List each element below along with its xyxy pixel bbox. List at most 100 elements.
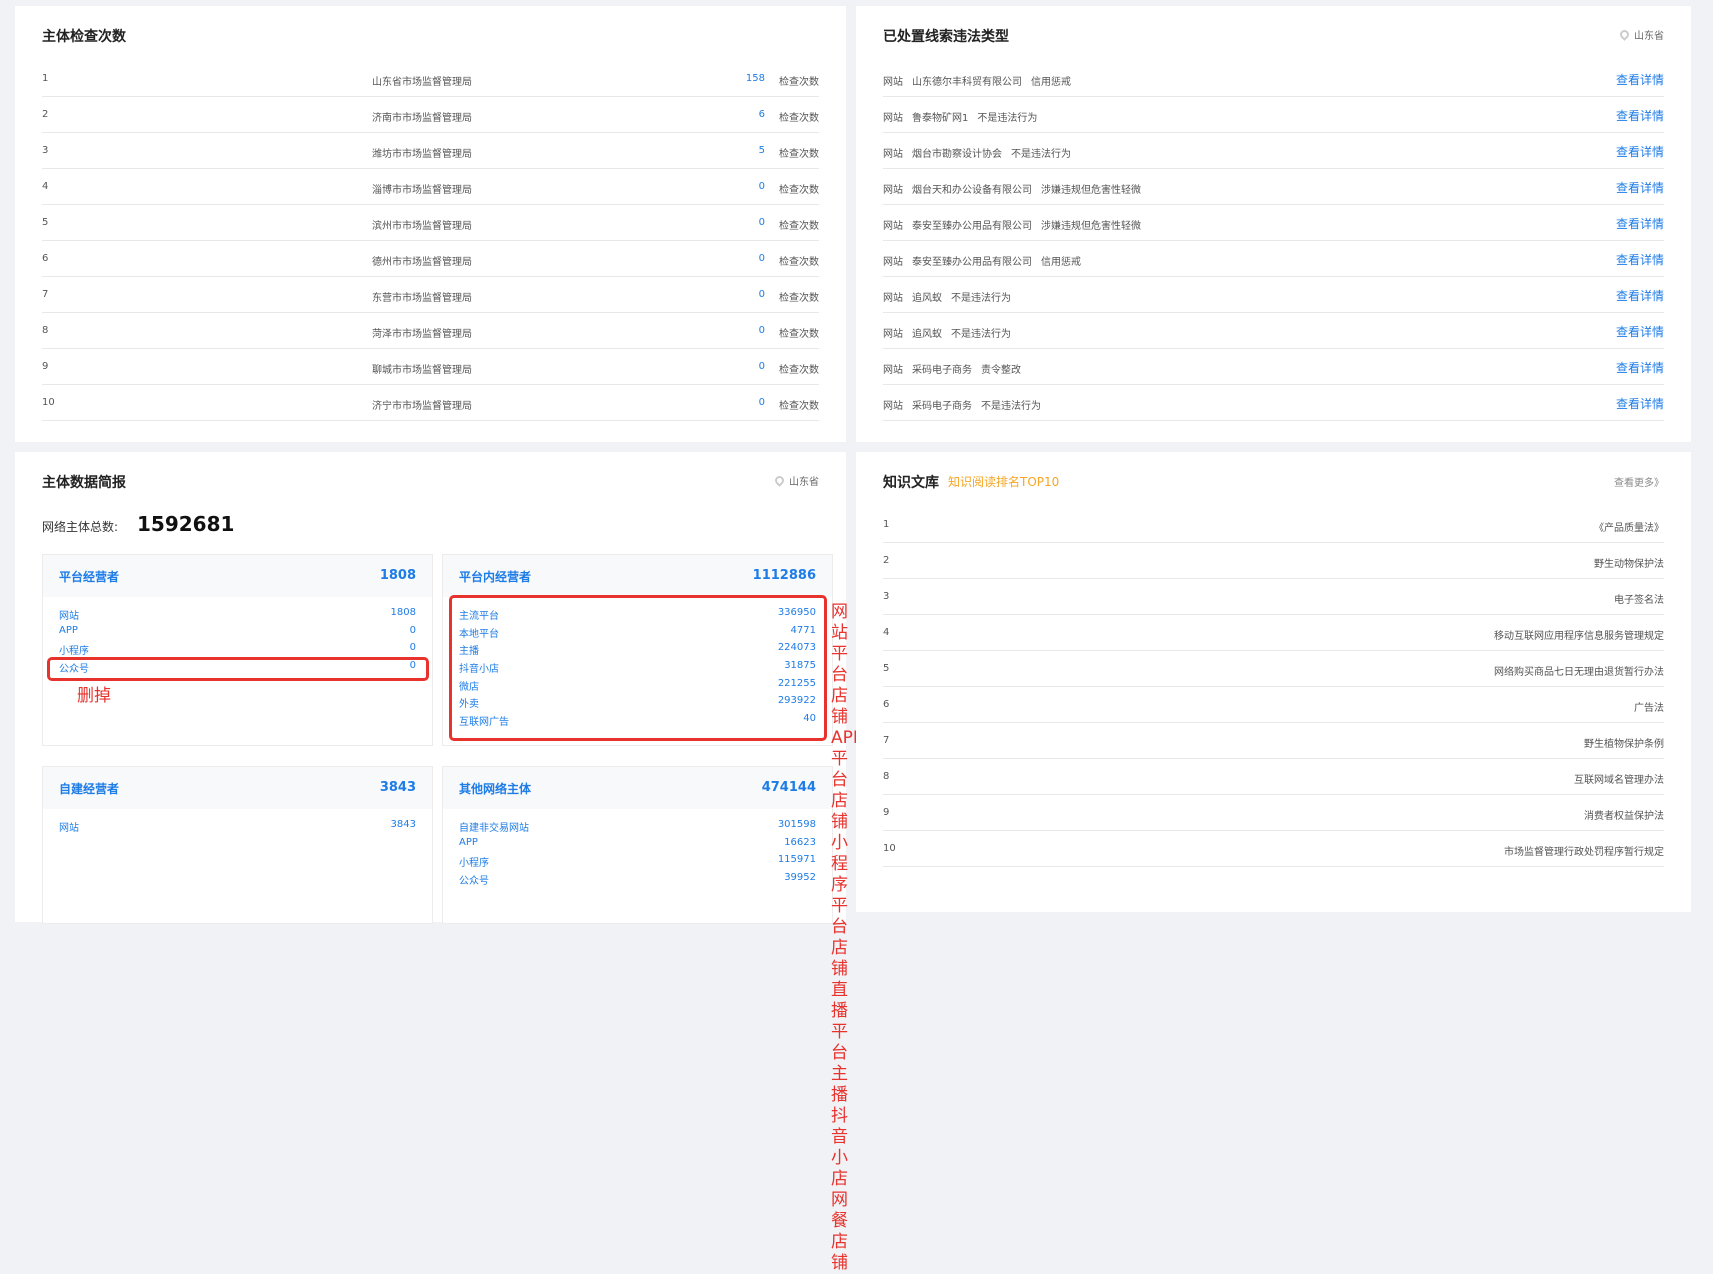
panel-title: 已处置线索违法类型 (883, 29, 1009, 45)
row-company: 山东德尔丰科贸有限公司 (912, 77, 1022, 88)
list-item[interactable]: 8 互联网域名管理办法 (883, 758, 1664, 795)
item-name: APP (59, 624, 78, 636)
list-item[interactable]: APP 16623 (443, 835, 832, 853)
table-row: 4 淄博市市场监督管理局 0 检查次数 (42, 168, 819, 205)
location-selector[interactable]: 山东省 (1618, 27, 1664, 42)
list-item[interactable]: 自建非交易网站 301598 (443, 817, 832, 835)
view-detail-link[interactable]: 查看详情 (1616, 71, 1664, 88)
table-row: 8 菏泽市市场监督管理局 0 检查次数 (42, 312, 819, 349)
row-result: 涉嫌违规但危害性轻微 (1041, 221, 1141, 232)
row-rank: 6 (883, 699, 890, 710)
row-result: 信用惩戒 (1031, 77, 1071, 88)
view-more-link[interactable]: 查看更多》 (1614, 474, 1664, 489)
knowledge-panel: 知识文库 知识阅读排名TOP10 查看更多》 1 《产品质量法》 2 野生动物保护法 3… (856, 452, 1691, 912)
table-row: 1 山东省市场监督管理局 158 检查次数 (42, 60, 819, 97)
view-detail-link[interactable]: 查看详情 (1616, 143, 1664, 160)
row-title: 《产品质量法》 (1594, 523, 1664, 534)
panel-title: 主体检查次数 (42, 29, 126, 45)
row-title: 野生植物保护条例 (1584, 739, 1664, 750)
list-item[interactable]: 3 电子签名法 (883, 578, 1664, 615)
list-item[interactable]: 2 野生动物保护法 (883, 542, 1664, 579)
card-value: 474144 (761, 780, 816, 795)
row-rank: 4 (883, 627, 890, 638)
row-rank: 7 (42, 289, 49, 300)
row-rank: 5 (42, 217, 49, 228)
list-item[interactable]: 5 网络购买商品七日无理由退货暂行办法 (883, 650, 1664, 687)
list-item[interactable]: 7 野生植物保护条例 (883, 722, 1664, 759)
card-items: 自建非交易网站 301598 APP 16623 小程序 115971 公众号 39952 (443, 809, 832, 888)
row-rank: 5 (883, 663, 890, 674)
list-item[interactable]: 小程序 115971 (443, 852, 832, 870)
list-item[interactable]: 9 消费者权益保护法 (883, 794, 1664, 831)
mapping-line: 抖音小店 (831, 1106, 848, 1189)
location-selector[interactable]: 山东省 (773, 473, 819, 488)
row-rank: 6 (42, 253, 49, 264)
card-items: 网站 3843 (43, 809, 432, 835)
view-detail-link[interactable]: 查看详情 (1616, 359, 1664, 376)
row-summary: 网站 鲁泰物矿网1 不是违法行为 (883, 109, 1037, 124)
view-detail-link[interactable]: 查看详情 (1616, 107, 1664, 124)
row-count: 158 (745, 73, 765, 84)
table-row: 7 东营市市场监督管理局 0 检查次数 (42, 276, 819, 313)
row-type: 网站 (883, 329, 903, 340)
view-detail-link[interactable]: 查看详情 (1616, 287, 1664, 304)
row-rank: 1 (42, 73, 49, 84)
card-value: 1808 (379, 568, 416, 583)
row-title: 市场监督管理行政处罚程序暂行规定 (1504, 847, 1664, 858)
row-result: 不是违法行为 (951, 329, 1011, 340)
row-result: 不是违法行为 (981, 401, 1041, 412)
view-detail-link[interactable]: 查看详情 (1616, 215, 1664, 232)
location-pin-icon (773, 474, 786, 487)
self-built-operators-card: 自建经营者 3843 网站 3843 (42, 766, 433, 924)
row-unit: 检查次数 (779, 293, 819, 304)
row-unit: 检查次数 (779, 185, 819, 196)
list-item[interactable]: 6 广告法 (883, 686, 1664, 723)
row-summary: 网站 烟台市勘察设计协会 不是违法行为 (883, 145, 1071, 160)
row-rank: 7 (883, 735, 890, 746)
row-count: 0 (758, 289, 765, 300)
card-value: 1112886 (752, 568, 816, 583)
table-row: 网站 烟台天和办公设备有限公司 涉嫌违规但危害性轻微 查看详情 (883, 168, 1664, 205)
list-item[interactable]: 网站 1808 (43, 605, 432, 623)
row-title: 互联网域名管理办法 (1574, 775, 1664, 786)
row-title: 电子签名法 (1614, 595, 1664, 606)
row-name: 潍坊市市场监督管理局 (372, 149, 472, 160)
list-item[interactable]: 10 市场监督管理行政处罚程序暂行规定 (883, 830, 1664, 867)
row-title: 消费者权益保护法 (1584, 811, 1664, 822)
delete-annotation: 删掉 (77, 686, 111, 706)
view-detail-link[interactable]: 查看详情 (1616, 251, 1664, 268)
row-rank: 9 (883, 807, 890, 818)
row-title: 广告法 (1634, 703, 1664, 714)
row-name: 滨州市市场监督管理局 (372, 221, 472, 232)
view-detail-link[interactable]: 查看详情 (1616, 395, 1664, 412)
row-type: 网站 (883, 77, 903, 88)
row-type: 网站 (883, 293, 903, 304)
view-detail-link[interactable]: 查看详情 (1616, 323, 1664, 340)
row-count: 0 (758, 361, 765, 372)
list-item[interactable]: 4 移动互联网应用程序信息服务管理规定 (883, 614, 1664, 651)
row-unit: 检查次数 (779, 365, 819, 376)
location-pin-icon (1618, 28, 1631, 41)
row-rank: 10 (883, 843, 896, 854)
list-item[interactable]: 网站 3843 (43, 817, 432, 835)
list-item[interactable]: 小程序 0 (43, 640, 432, 658)
list-item[interactable]: 1 《产品质量法》 (883, 506, 1664, 543)
row-rank: 1 (883, 519, 890, 530)
table-row: 网站 追风蚁 不是违法行为 查看详情 (883, 276, 1664, 313)
list-item[interactable]: APP 0 (43, 623, 432, 641)
subject-data-panel: 主体数据简报 山东省 网络主体总数: 1592681 平台经营者 1808 网站 18… (15, 452, 863, 1273)
table-row: 网站 采码电子商务 不是违法行为 查看详情 (883, 384, 1664, 421)
item-value: 115971 (777, 854, 816, 866)
view-detail-link[interactable]: 查看详情 (1616, 179, 1664, 196)
row-type: 网站 (883, 257, 903, 268)
row-summary: 网站 追风蚁 不是违法行为 (883, 289, 1011, 304)
table-row: 网站 山东德尔丰科贸有限公司 信用惩戒 查看详情 (883, 60, 1664, 97)
row-summary: 网站 追风蚁 不是违法行为 (883, 325, 1011, 340)
violation-type-panel: 已处置线索违法类型 山东省 网站 山东德尔丰科贸有限公司 信用惩戒 查看详情 网站 鲁泰物… (856, 6, 1691, 442)
row-company: 追风蚁 (912, 293, 942, 304)
row-type: 网站 (883, 221, 903, 232)
total-value: 1592681 (137, 512, 235, 536)
card-name: 平台内经营者 (459, 570, 532, 584)
list-item[interactable]: 公众号 39952 (443, 870, 832, 888)
row-name: 聊城市市场监督管理局 (372, 365, 472, 376)
